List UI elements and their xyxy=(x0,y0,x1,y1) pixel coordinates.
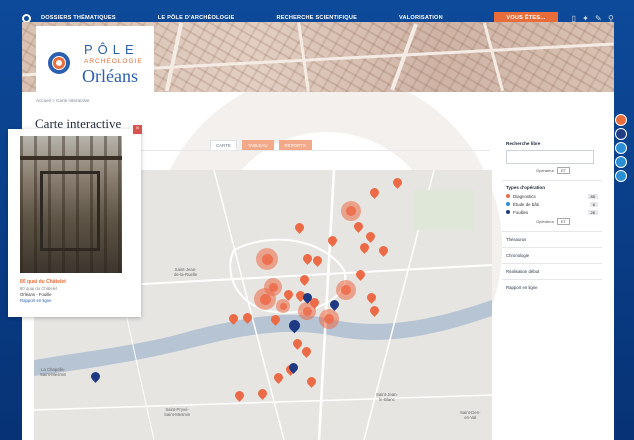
map-label-saint-pryve: Saint-Pryvé- Saint-Mesmin xyxy=(164,407,191,417)
fouilles-dot-icon xyxy=(506,210,510,214)
filter-etude-bati[interactable]: Étude de bâti 6 xyxy=(506,202,598,207)
map-cluster[interactable] xyxy=(256,248,278,270)
accordion-chronologie[interactable]: Chronologie xyxy=(502,247,602,263)
filter-diagnostics[interactable]: Diagnostics 85 xyxy=(506,194,598,199)
operator-select-2[interactable]: ET xyxy=(557,218,571,225)
map-label-saint-den: Saint-Den-en-Val xyxy=(460,410,481,420)
map-cluster[interactable] xyxy=(336,280,356,300)
banner-street xyxy=(482,22,505,92)
brand-line2: ARCHÉOLOGIE xyxy=(84,58,143,65)
operator-label: Opérateur xyxy=(536,168,555,173)
nav-recherche[interactable]: Recherche scientifique xyxy=(276,15,357,21)
site-popup-card: × 80 quai du Châtelet 80 quai du Châtele… xyxy=(8,125,142,317)
map-label-chapelle: La Chapelle- Saint-Mesmin xyxy=(40,367,67,377)
filter-label: Diagnostics xyxy=(513,194,536,199)
accordion-rapport[interactable]: Rapport en ligne xyxy=(502,279,602,295)
filter-label: Fouilles xyxy=(513,210,529,215)
accordion-thesaurus[interactable]: Thésaurus xyxy=(502,231,602,247)
brand-logo[interactable]: PÔLE ARCHÉOLOGIE Orléans xyxy=(36,26,154,92)
accordion-realisation[interactable]: Réalisation début xyxy=(502,263,602,279)
map-park xyxy=(414,190,474,230)
filter-count: 6 xyxy=(589,202,598,207)
banner-street xyxy=(297,22,310,92)
filter-count: 28 xyxy=(587,210,598,215)
map-cluster[interactable] xyxy=(319,309,339,329)
divider xyxy=(140,150,490,151)
filter-panel: Recherche libre Opérateur ET Types d'opé… xyxy=(502,138,602,295)
info-icon[interactable] xyxy=(615,128,627,140)
close-icon[interactable]: × xyxy=(133,125,142,134)
diagnostics-dot-icon xyxy=(506,194,510,198)
nav-dossiers[interactable]: Dossiers thématiques xyxy=(41,15,116,21)
operator-row-2: Opérateur ET xyxy=(536,218,602,225)
operator-label: Opérateur xyxy=(536,219,555,224)
facebook-icon[interactable] xyxy=(615,142,627,154)
map-label-saint-jean-blanc: Saint-Jean-le-Blanc xyxy=(376,392,398,402)
book-icon[interactable] xyxy=(615,114,627,126)
free-search-input[interactable] xyxy=(506,150,594,164)
twitter-icon[interactable] xyxy=(615,156,627,168)
mail-icon[interactable] xyxy=(615,170,627,182)
site-photo xyxy=(20,136,122,273)
brand-line1: PÔLE xyxy=(84,42,139,57)
filter-label: Étude de bâti xyxy=(513,202,539,207)
divider xyxy=(502,180,602,181)
brand-line3: Orléans xyxy=(82,66,138,86)
nav-valorisation[interactable]: Valorisation xyxy=(399,15,443,21)
filter-fouilles[interactable]: Fouilles 28 xyxy=(506,210,598,215)
popup-title[interactable]: 80 quai du Châtelet xyxy=(20,279,66,285)
filter-count: 85 xyxy=(587,194,598,199)
nav-pole[interactable]: Le pôle d'archéologie xyxy=(158,15,235,21)
side-share-buttons xyxy=(615,114,627,182)
popup-city-type: Orléans - Fouille xyxy=(20,292,52,297)
operator-row: Opérateur ET xyxy=(536,167,602,174)
types-section-title[interactable]: Types d'opération xyxy=(506,185,602,190)
map-label-saint-jean: Saint-Jean-de-la-Ruelle xyxy=(174,267,198,277)
search-section-title[interactable]: Recherche libre xyxy=(506,141,602,146)
popup-address: 80 quai du Châtelet xyxy=(20,286,58,291)
popup-report-link[interactable]: Rapport en ligne xyxy=(20,298,52,303)
map-cluster[interactable] xyxy=(254,288,276,310)
banner-street xyxy=(164,22,184,92)
logo-inner-ring-icon xyxy=(53,57,65,69)
bati-dot-icon xyxy=(506,202,510,206)
map-cluster[interactable] xyxy=(341,201,361,221)
breadcrumb[interactable]: Accueil > Carte interactive xyxy=(36,98,90,103)
operator-select[interactable]: ET xyxy=(557,167,571,174)
